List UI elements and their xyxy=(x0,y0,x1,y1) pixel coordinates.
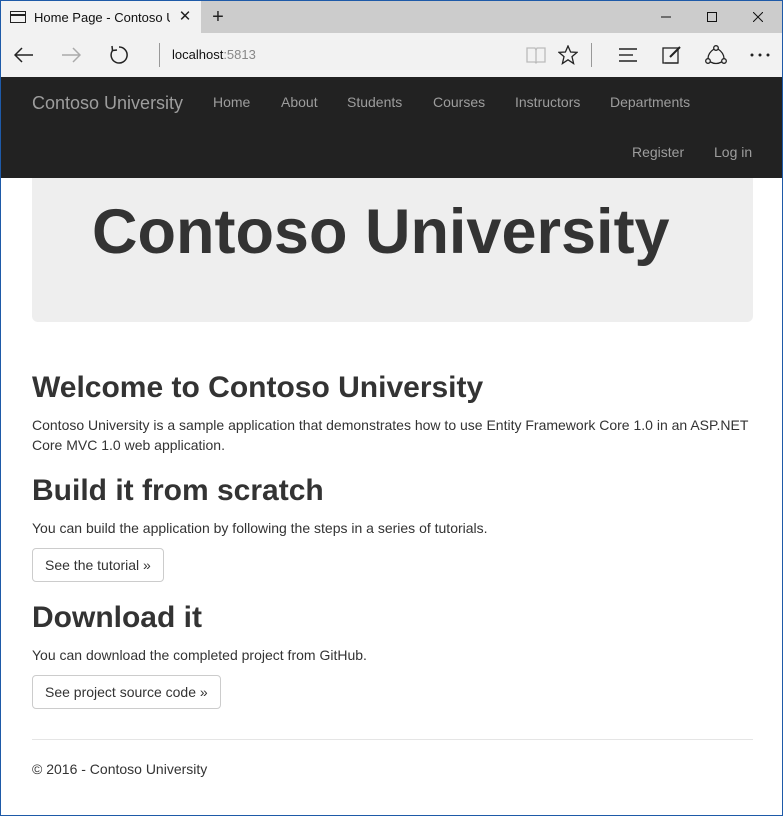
section-text-download: You can download the completed project f… xyxy=(32,647,367,663)
address-field[interactable]: localhost:5813 xyxy=(172,47,256,62)
nav-link-instructors[interactable]: Instructors xyxy=(515,94,580,110)
nav-link-home[interactable]: Home xyxy=(213,94,250,110)
share-icon[interactable] xyxy=(700,39,732,71)
section-text-welcome: Contoso University is a sample applicati… xyxy=(32,417,749,453)
nav-link-about[interactable]: About xyxy=(281,94,318,110)
see-tutorial-button[interactable]: See the tutorial » xyxy=(32,548,164,582)
url-host: localhost xyxy=(172,47,224,62)
minimize-icon[interactable] xyxy=(643,1,689,33)
jumbotron-title: Contoso University xyxy=(92,197,670,267)
nav-link-courses[interactable]: Courses xyxy=(433,94,485,110)
browser-tab[interactable]: Home Page - Contoso U ✕ xyxy=(1,1,201,33)
refresh-icon[interactable] xyxy=(103,39,135,71)
footer-text: © 2016 - Contoso University xyxy=(32,761,208,777)
hub-icon[interactable] xyxy=(612,39,644,71)
brand-link[interactable]: Contoso University xyxy=(32,93,183,114)
forward-arrow-icon[interactable] xyxy=(55,39,87,71)
jumbotron: Contoso University xyxy=(32,178,753,322)
address-toolbar: localhost:5813 xyxy=(1,33,782,77)
divider xyxy=(159,43,160,67)
close-tab-icon[interactable]: ✕ xyxy=(177,9,193,25)
page-icon xyxy=(10,11,26,23)
nav-link-departments[interactable]: Departments xyxy=(610,94,690,110)
reading-view-icon[interactable] xyxy=(520,39,552,71)
section-heading-build: Build it from scratch xyxy=(32,474,324,507)
login-link[interactable]: Log in xyxy=(714,144,752,160)
web-note-icon[interactable] xyxy=(656,39,688,71)
browser-window: Home Page - Contoso U ✕ + localhost:5813 xyxy=(0,0,783,816)
see-source-code-button[interactable]: See project source code » xyxy=(32,675,221,709)
maximize-icon[interactable] xyxy=(689,1,735,33)
site-navbar: Contoso University Home About Students C… xyxy=(1,77,782,178)
tab-title: Home Page - Contoso U xyxy=(34,9,170,25)
section-text-build: You can build the application by followi… xyxy=(32,520,488,536)
plus-icon[interactable]: + xyxy=(207,6,229,28)
back-arrow-icon[interactable] xyxy=(8,39,40,71)
register-link[interactable]: Register xyxy=(632,144,684,160)
footer-divider xyxy=(32,739,753,740)
title-bar: Home Page - Contoso U ✕ + xyxy=(1,1,782,33)
close-window-icon[interactable] xyxy=(735,1,781,33)
star-icon[interactable] xyxy=(552,39,584,71)
nav-link-students[interactable]: Students xyxy=(347,94,402,110)
section-heading-download: Download it xyxy=(32,601,202,634)
more-icon[interactable] xyxy=(744,39,776,71)
divider xyxy=(591,43,592,67)
url-port: :5813 xyxy=(223,47,256,62)
section-heading-welcome: Welcome to Contoso University xyxy=(32,371,484,404)
